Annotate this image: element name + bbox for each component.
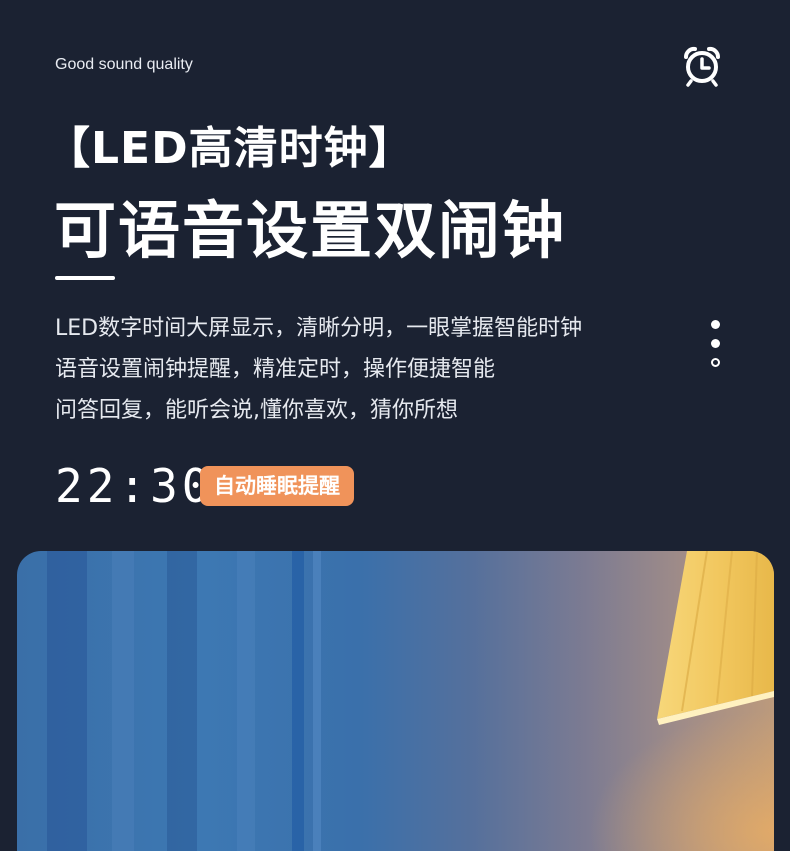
description-line: LED数字时间大屏显示，清晰分明，一眼掌握智能时钟 — [55, 316, 583, 341]
sleep-reminder-badge: 自动睡眠提醒 — [200, 466, 354, 506]
description-line: 语音设置闹钟提醒，精准定时，操作便捷智能 — [55, 357, 496, 382]
feature-description: LED数字时间大屏显示，清晰分明，一眼掌握智能时钟 语音设置闹钟提醒，精准定时，… — [55, 308, 675, 431]
product-headline: 可语音设置双闹钟 — [54, 194, 567, 267]
page-dot — [711, 339, 720, 348]
description-line: 问答回复，能听会说,懂你喜欢，猜你所想 — [55, 398, 458, 423]
alarm-clock-icon — [683, 46, 721, 87]
title-divider — [55, 276, 115, 280]
page-dot-hollow — [711, 358, 720, 367]
lamp-shade-image — [17, 551, 774, 851]
product-title: 【LED高清时钟】 — [46, 123, 414, 174]
digital-time: 22:30 — [55, 459, 214, 513]
lamp-shade — [467, 551, 774, 851]
tagline: Good sound quality — [55, 56, 193, 73]
page-dot-active — [711, 320, 720, 329]
